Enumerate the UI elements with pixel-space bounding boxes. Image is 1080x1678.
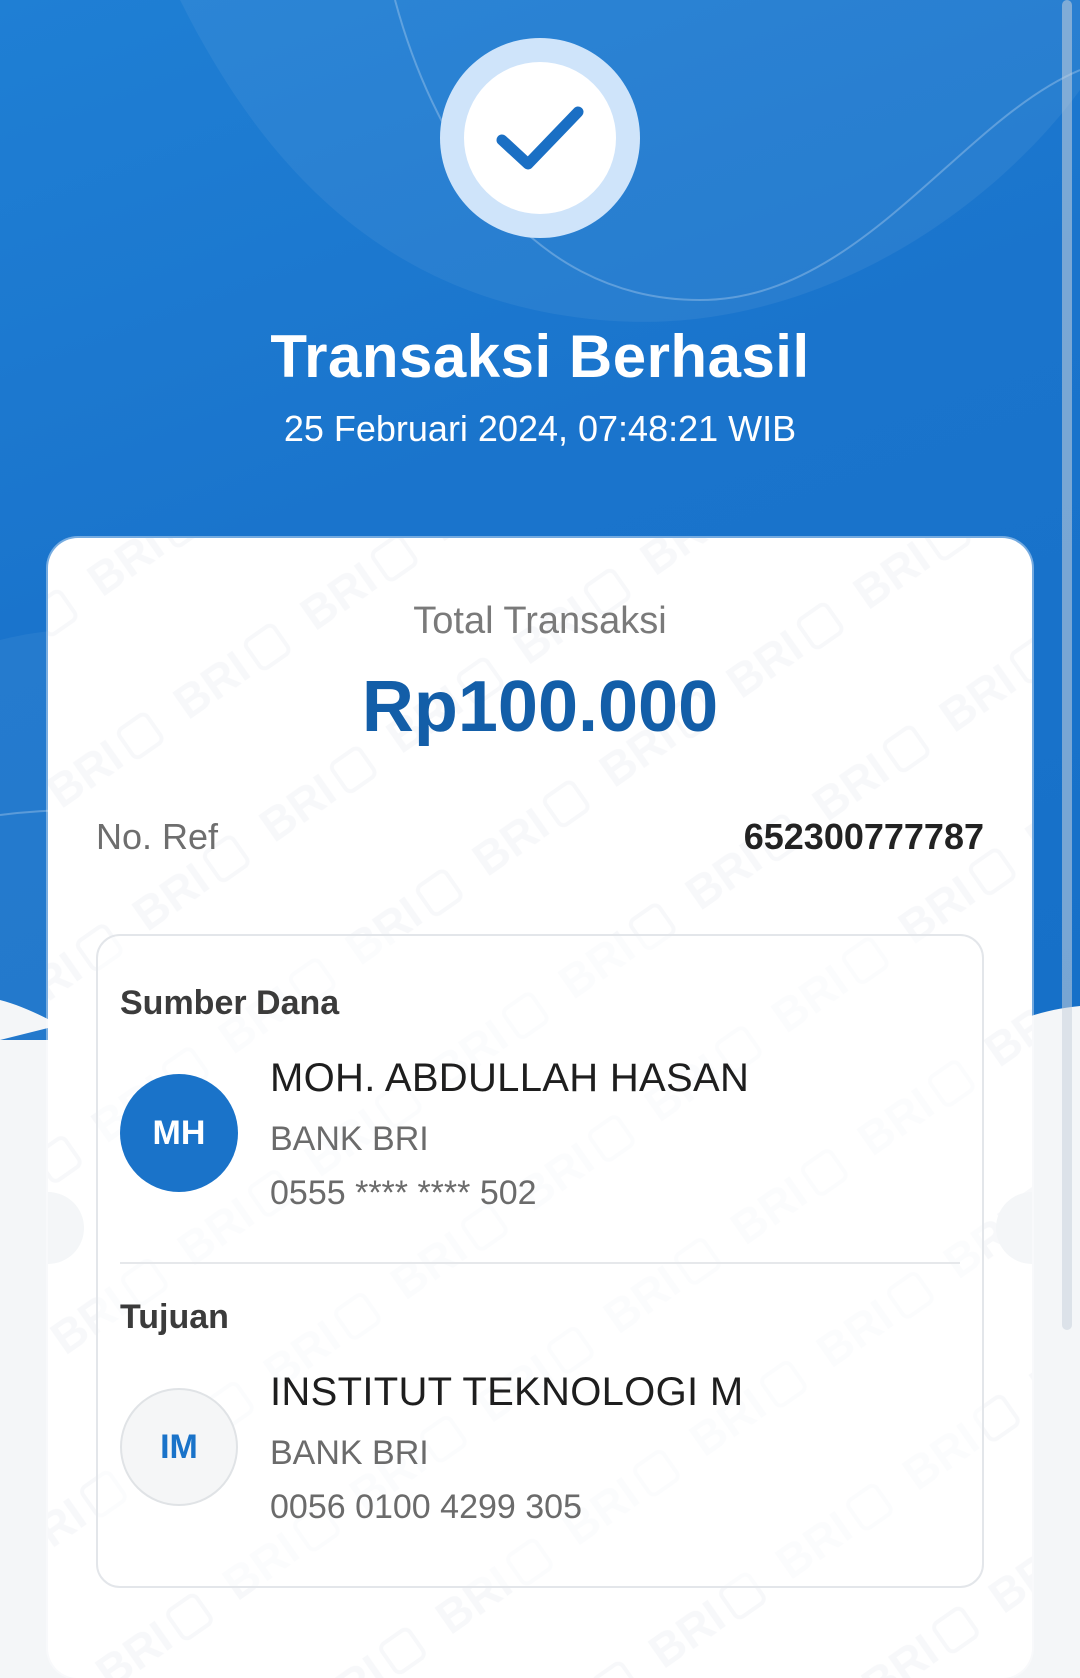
- source-avatar: MH: [120, 1074, 238, 1192]
- total-label: Total Transaksi: [413, 600, 667, 642]
- total-amount: Rp100.000: [361, 667, 719, 747]
- success-badge-inner: [464, 62, 616, 214]
- scrollbar[interactable]: [1062, 0, 1072, 1330]
- ref-label: No. Ref: [96, 816, 219, 857]
- section-divider: [120, 1262, 960, 1264]
- source-bank: BANK BRI: [270, 1120, 429, 1158]
- ref-value: 652300777787: [743, 816, 984, 857]
- transaction-details: Sumber Dana MH MOH. ABDULLAH HASAN BANK …: [96, 934, 984, 1588]
- destination-name: INSTITUT TEKNOLOGI M: [270, 1370, 744, 1414]
- source-account: 0555 **** **** 502: [270, 1174, 537, 1212]
- receipt-card: BRI Total Transaksi Rp100.000 No. Ref 65…: [48, 538, 1032, 1678]
- destination-avatar: IM: [120, 1388, 238, 1506]
- destination-section-title: Tujuan: [120, 1298, 229, 1336]
- success-badge: [440, 38, 640, 238]
- transaction-datetime: 25 Februari 2024, 07:48:21 WIB: [283, 408, 797, 449]
- source-name: MOH. ABDULLAH HASAN: [270, 1056, 750, 1100]
- checkmark-icon: [496, 106, 584, 170]
- source-section-title: Sumber Dana: [120, 984, 340, 1022]
- page-title: Transaksi Berhasil: [270, 323, 810, 390]
- destination-account: 0056 0100 4299 305: [270, 1488, 582, 1526]
- destination-bank: BANK BRI: [270, 1434, 429, 1472]
